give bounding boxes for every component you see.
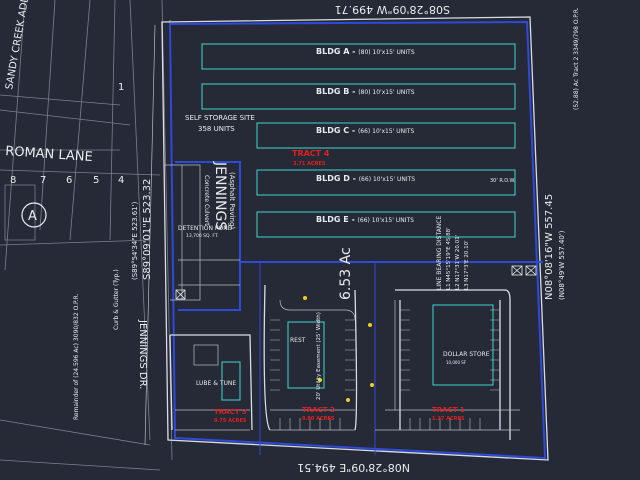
svg-text:4: 4 [118, 175, 124, 186]
jennings-sub: (Asphalt Paving) [228, 172, 236, 229]
bldg-b-label: BLDG B - (80) 10'x15' UNITS [316, 87, 415, 96]
tract-2-name: TRACT 2 [302, 406, 335, 414]
bldg-a-label: BLDG A - (80) 10'x15' UNITS [316, 47, 415, 56]
easement-label: 20' Utility Easement (25' Width) [316, 312, 322, 400]
site-units: 358 UNITS [198, 125, 235, 133]
line-table-header: LINE BEARING DISTANCE [436, 216, 443, 290]
tract-4-acres: 3.71 ACRES [293, 161, 326, 167]
tract-3-name: TRACT 3 [214, 408, 247, 416]
bearing-right: N08°08'16"W 557.45 [544, 194, 555, 300]
lube-title: LUBE & TUNE [196, 380, 236, 387]
svg-text:7: 7 [40, 175, 46, 186]
rest-title: REST [290, 337, 306, 344]
right-deed-label: (52.88) Ac Tract 2 3349/798 O.P.R. [573, 7, 580, 110]
tract-4-name: TRACT 4 [292, 149, 330, 158]
bldg-d-label: BLDG D - (66) 10'x15' UNITS [316, 174, 415, 183]
svg-text:1: 1 [118, 82, 124, 93]
svg-text:6: 6 [66, 175, 72, 186]
svg-text:A: A [28, 209, 37, 224]
line-row-3: L3 N17°3'E 20.10' [464, 240, 470, 290]
detention-area: 13,700 SQ. FT. [186, 233, 219, 239]
road-width-label: 30' R.O.W. [490, 178, 516, 184]
site-title: SELF STORAGE SITE [185, 114, 255, 122]
site-plan: 8 7 6 5 4 1 A BLDG A - (80) 10'x15' UNIT… [0, 0, 640, 480]
bearing-left-sub: (S89°54'34"E 523.61') [131, 201, 139, 280]
bearing-left: S89°09'01"E 523.32 [142, 179, 153, 280]
svg-text:5: 5 [93, 175, 99, 186]
tract-1-name: TRACT 1 [432, 406, 465, 414]
bearing-top: S08°28'09"W 499.71 [335, 3, 450, 16]
bearing-right-sub: (N08°49'W 557.40') [558, 230, 566, 300]
remainder-label: Remainder of (24.596 Ac) 3090/832 O.P.R. [73, 293, 80, 420]
bearing-bottom: N08°28'09"E 494.51 [297, 461, 410, 474]
tract-1-acres: 1.27 ACRES [432, 416, 465, 422]
bldg-e-label: BLDG E - (66) 10'x15' UNITS [316, 215, 414, 224]
tract-3-acres: 0.75 ACRES [214, 418, 247, 424]
tract-2-acres: 0.80 ACRES [302, 416, 335, 422]
dollar-store-area: 10,000 SF [446, 360, 467, 365]
concrete-label: Concrete Culvert [203, 175, 210, 226]
line-row-2: L2 N17°31'W 20.01' [455, 235, 461, 290]
jennings-label: JENNINGS [212, 161, 228, 230]
dollar-store-title: DOLLAR STORE [443, 351, 490, 358]
curb-label: Curb & Gutter (Typ.) [113, 269, 120, 330]
line-row-1: L1 N45°15'19"E 45.88' [446, 227, 452, 290]
svg-text:8: 8 [10, 175, 16, 186]
road-label: JENNINGS DR. [137, 319, 148, 389]
acreage: 6.53 Ac [338, 247, 354, 300]
bldg-c-label: BLDG C - (66) 10'x15' UNITS [316, 126, 415, 135]
